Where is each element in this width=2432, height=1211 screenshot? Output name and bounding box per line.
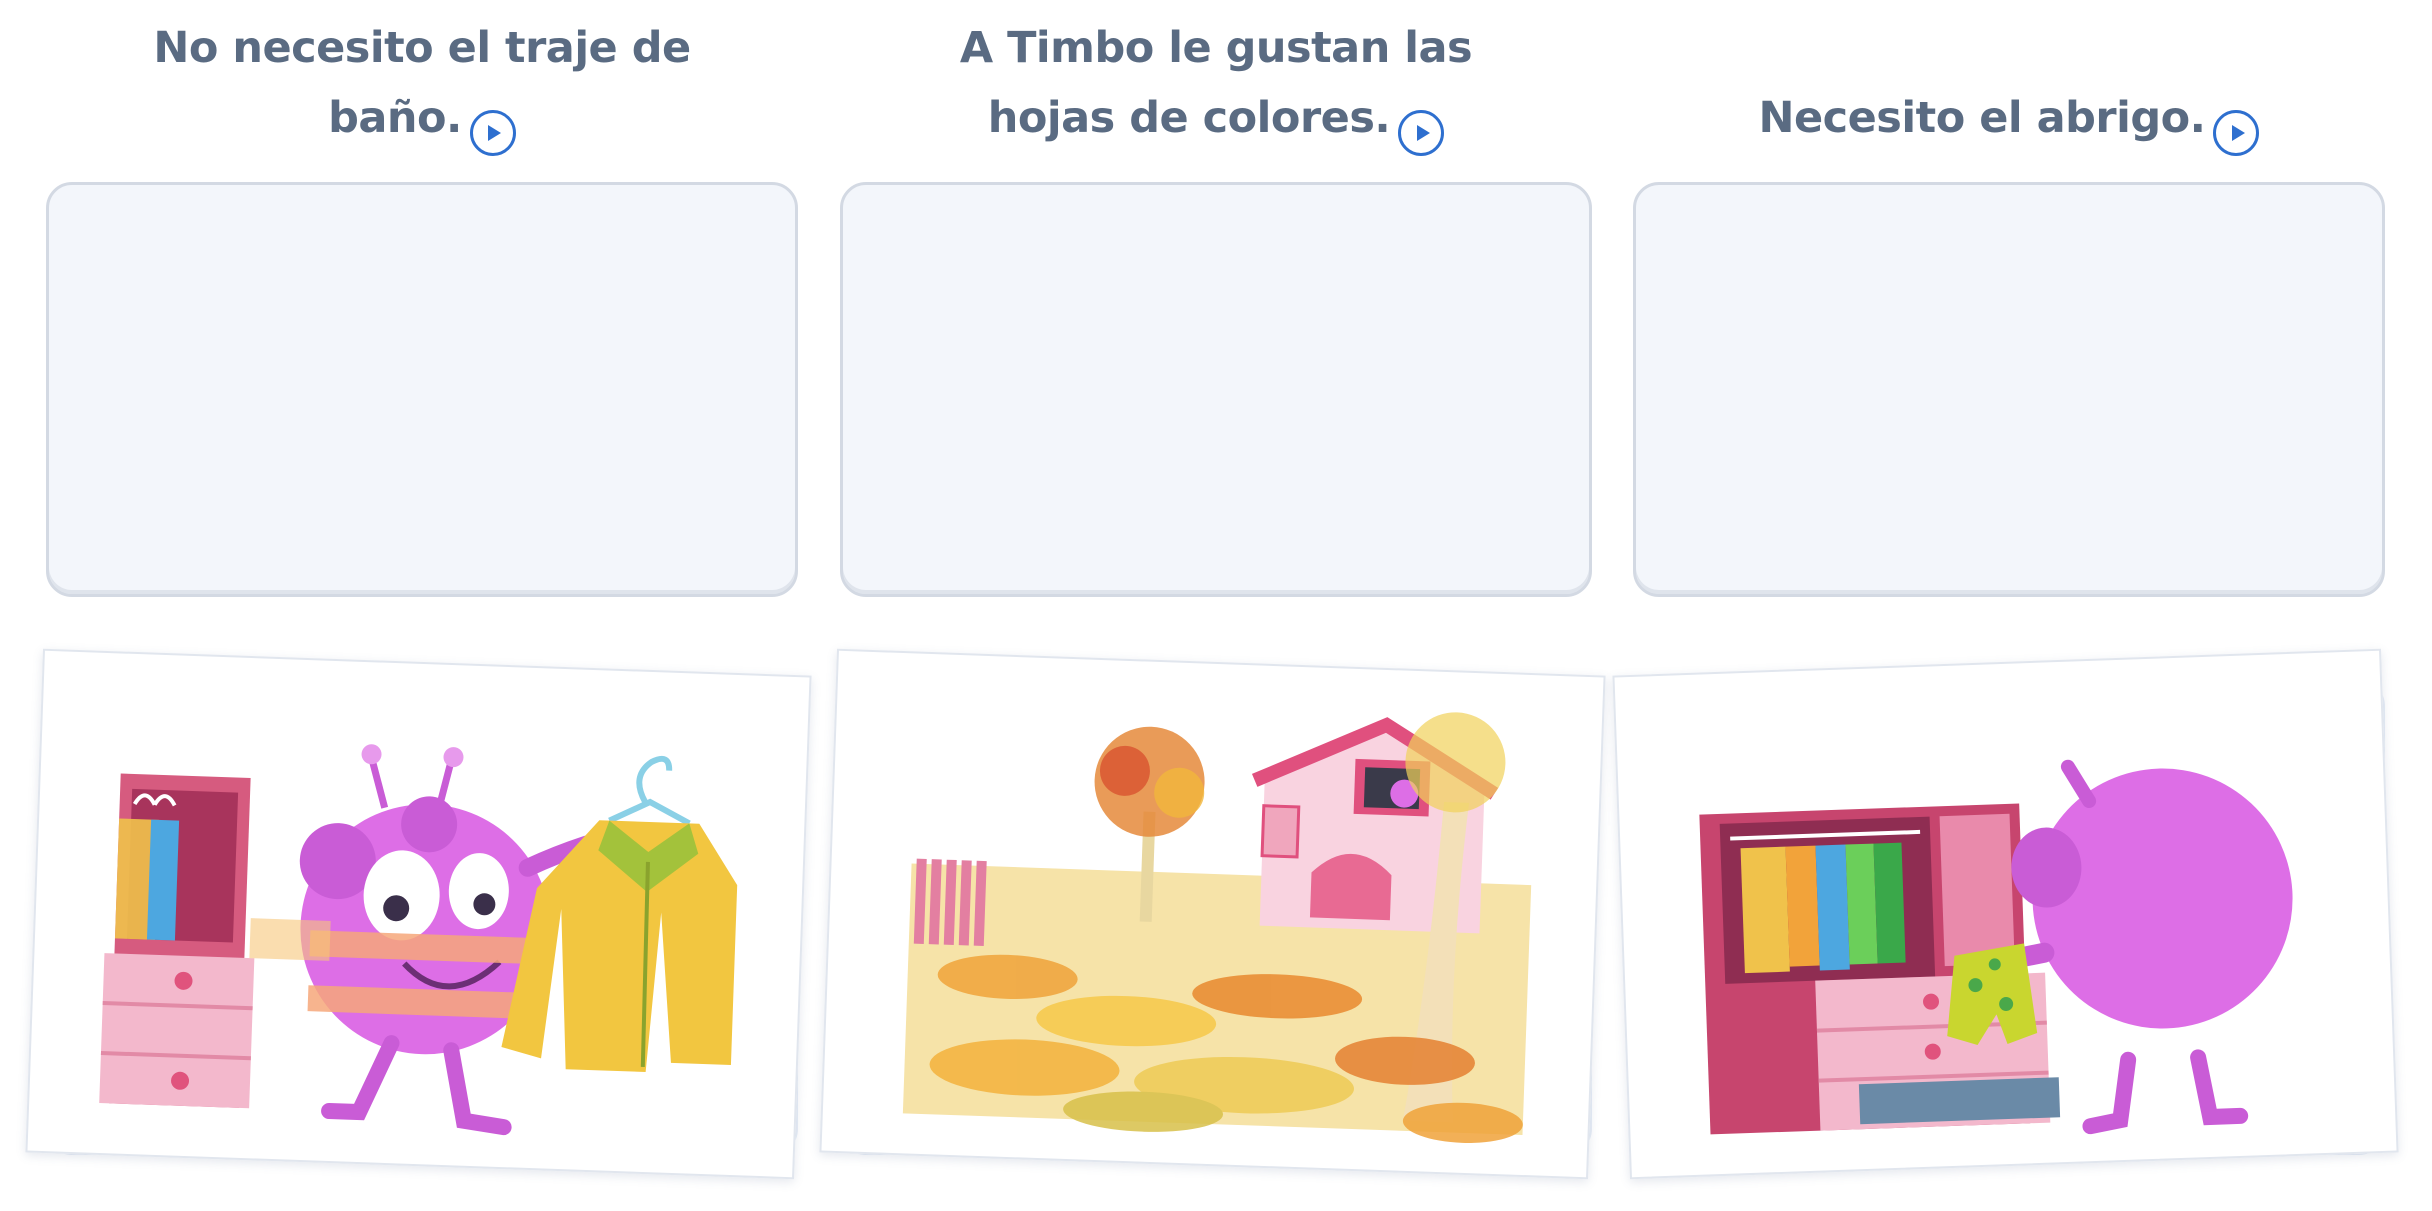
autumn-house-illustration: [902, 712, 1532, 1143]
column-3: Necesito el abrigo.: [1612, 0, 2399, 1180]
drop-zone-1[interactable]: [46, 182, 798, 597]
column-1: No necesito el traje de baño.: [25, 0, 812, 1180]
caption-3: Necesito el abrigo.: [1759, 83, 2260, 160]
drop-zone-3[interactable]: [1633, 182, 2385, 597]
caption-2: A Timbo le gustan las hojas de colores.: [896, 13, 1536, 160]
picture-card-1[interactable]: [25, 648, 812, 1180]
caption-row-1: No necesito el traje de baño.: [46, 0, 798, 160]
picture-card-3[interactable]: [1612, 648, 2399, 1180]
monster-dresser-illustration: [1699, 759, 2293, 1135]
drop-zone-2[interactable]: [840, 182, 1592, 597]
caption-row-2: A Timbo le gustan las hojas de colores.: [840, 0, 1592, 160]
caption-text-1: No necesito el traje de baño.: [153, 23, 691, 143]
caption-1: No necesito el traje de baño.: [102, 13, 742, 160]
caption-text-3: Necesito el abrigo.: [1758, 93, 2206, 143]
caption-row-3: Necesito el abrigo.: [1633, 0, 2385, 160]
caption-text-2: A Timbo le gustan las hojas de colores.: [959, 23, 1473, 143]
play-audio-icon[interactable]: [469, 110, 516, 156]
monster-coat-illustration: [99, 744, 738, 1136]
picture-card-2[interactable]: [819, 648, 1606, 1180]
play-audio-icon[interactable]: [2213, 110, 2260, 156]
play-audio-icon[interactable]: [1398, 110, 1445, 156]
column-2: A Timbo le gustan las hojas de colores.: [819, 0, 1606, 1180]
